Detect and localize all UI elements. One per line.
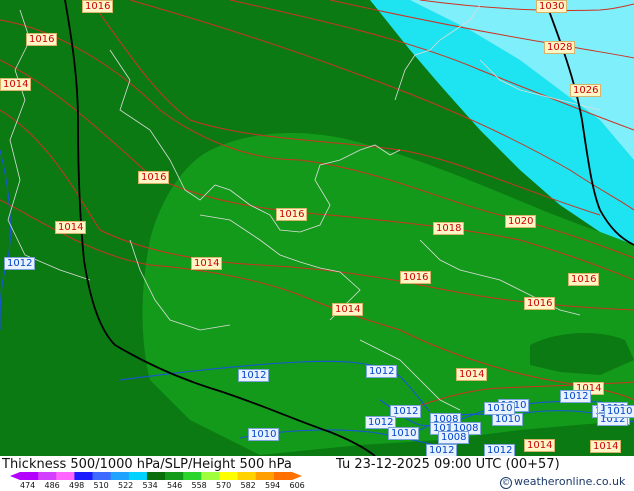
legend-tick: 522 — [118, 481, 133, 490]
valid-time: Tu 23-12-2025 09:00 UTC (00+57) — [336, 457, 560, 473]
legend-swatch — [219, 472, 238, 480]
height-label: 1010 — [604, 405, 634, 418]
height-label: 1008 — [438, 431, 469, 444]
legend-tick: 546 — [167, 481, 182, 490]
credit-link[interactable]: ©weatheronline.co.uk — [500, 475, 625, 489]
legend-tick: 510 — [94, 481, 109, 490]
isobar-label: 1016 — [82, 0, 113, 13]
legend-swatch — [20, 472, 39, 480]
legend-swatch — [256, 472, 275, 480]
isobar-label: 1014 — [456, 368, 487, 381]
isobar-label: 1016 — [26, 33, 57, 46]
legend-tick: 582 — [241, 481, 256, 490]
isobar-label: 1028 — [544, 41, 575, 54]
map-canvas — [0, 0, 634, 456]
height-label: 1010 — [248, 428, 279, 441]
legend-tick: 474 — [20, 481, 35, 490]
copyright-icon: © — [500, 477, 512, 489]
isobar-label: 1014 — [191, 257, 222, 270]
legend-swatch — [56, 472, 75, 480]
legend-swatch — [74, 472, 93, 480]
legend-swatch — [38, 472, 57, 480]
legend-swatch — [93, 472, 112, 480]
legend-swatch — [238, 472, 257, 480]
legend-tick: 558 — [192, 481, 207, 490]
legend-tick: 534 — [143, 481, 158, 490]
isobar-label: 1026 — [570, 84, 601, 97]
isobar-label: 1014 — [524, 439, 555, 452]
credit-text: weatheronline.co.uk — [514, 475, 625, 488]
legend-swatch — [201, 472, 220, 480]
height-label: 1012 — [4, 257, 35, 270]
legend-arrow-right — [292, 472, 302, 480]
height-label: 1010 — [388, 427, 419, 440]
height-label: 1012 — [366, 365, 397, 378]
isobar-label: 1018 — [433, 222, 464, 235]
isobar-label: 1020 — [505, 215, 536, 228]
isobar-label: 1014 — [590, 440, 621, 453]
isobar-label: 1016 — [138, 171, 169, 184]
height-label: 1012 — [238, 369, 269, 382]
legend-swatch — [147, 472, 166, 480]
isobar-label: 1014 — [332, 303, 363, 316]
isobar-label: 1014 — [55, 221, 86, 234]
legend-swatch — [274, 472, 293, 480]
legend-arrow-left — [10, 472, 20, 480]
isobar-label: 1030 — [536, 0, 567, 13]
legend-swatch — [183, 472, 202, 480]
isobar-label: 1016 — [568, 273, 599, 286]
isobar-label: 1016 — [400, 271, 431, 284]
legend-swatches — [20, 472, 293, 480]
legend-tick: 606 — [290, 481, 305, 490]
weather-map-page: 1016 1016 1014 1030 1028 1026 1016 1014 1012 1016… — [0, 0, 634, 490]
isobar-label: 1016 — [524, 297, 555, 310]
legend-swatch — [129, 472, 148, 480]
legend-tick: 498 — [69, 481, 84, 490]
map-area: 1016 1016 1014 1030 1028 1026 1016 1014 1012 1016… — [0, 0, 634, 456]
height-label: 1012 — [484, 444, 515, 456]
legend-tick: 570 — [216, 481, 231, 490]
map-title: Thickness 500/1000 hPa/SLP/Height 500 hP… — [2, 457, 292, 473]
legend-swatch — [165, 472, 184, 480]
legend-swatch — [111, 472, 130, 480]
height-label: 1012 — [560, 390, 591, 403]
legend-tick: 594 — [265, 481, 280, 490]
isobar-label: 1016 — [276, 208, 307, 221]
legend-tick: 486 — [45, 481, 60, 490]
thickness-legend-bar — [10, 472, 302, 480]
height-label: 1010 — [484, 402, 515, 415]
footer-bar: Thickness 500/1000 hPa/SLP/Height 500 hP… — [0, 456, 634, 490]
isobar-label: 1014 — [0, 78, 31, 91]
height-label: 1012 — [426, 444, 457, 456]
